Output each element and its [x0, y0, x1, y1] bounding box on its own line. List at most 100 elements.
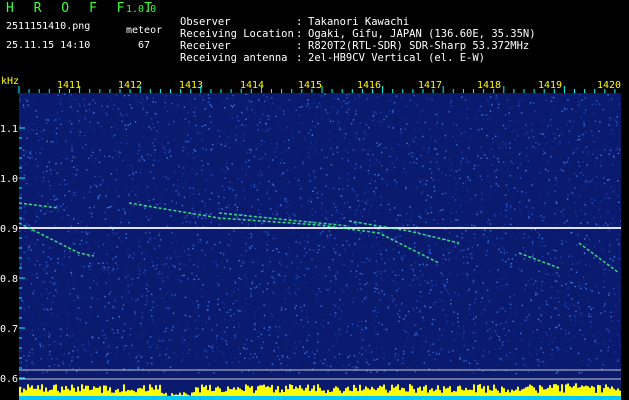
- noise-dot: [32, 334, 34, 336]
- noise-dot: [138, 240, 141, 243]
- noise-dot: [232, 303, 234, 305]
- noise-dot: [214, 314, 216, 317]
- noise-dot: [592, 153, 594, 156]
- noise-dot: [20, 245, 22, 248]
- noise-dot: [324, 275, 327, 277]
- noise-dot: [491, 103, 493, 106]
- noise-dot: [266, 265, 269, 268]
- noise-dot: [184, 329, 186, 332]
- noise-dot: [43, 176, 45, 179]
- noise-dot: [89, 108, 91, 111]
- noise-dot: [400, 235, 402, 237]
- noise-dot: [214, 276, 217, 278]
- noise-dot: [146, 301, 148, 303]
- noise-dot: [595, 357, 598, 360]
- noise-dot: [30, 128, 32, 131]
- noise-dot: [257, 236, 259, 238]
- noise-dot: [431, 323, 433, 325]
- noise-dot: [284, 308, 287, 311]
- noise-dot: [442, 263, 445, 266]
- noise-dot: [505, 184, 507, 187]
- noise-dot: [325, 211, 327, 213]
- noise-dot: [252, 279, 254, 282]
- noise-dot: [565, 241, 567, 243]
- noise-dot: [618, 243, 620, 245]
- noise-dot: [114, 94, 116, 96]
- noise-dot: [591, 182, 593, 185]
- noise-dot: [201, 125, 203, 128]
- noise-dot: [463, 200, 465, 202]
- noise-dot: [56, 172, 59, 174]
- noise-dot: [398, 287, 400, 290]
- noise-dot: [520, 332, 522, 335]
- noise-dot: [119, 317, 121, 319]
- noise-dot: [143, 258, 146, 260]
- noise-dot: [276, 146, 278, 149]
- noise-dot: [175, 202, 178, 204]
- noise-dot: [192, 247, 194, 250]
- noise-dot: [108, 155, 111, 157]
- noise-dot: [19, 351, 21, 353]
- noise-dot: [397, 313, 399, 315]
- noise-dot: [602, 108, 604, 111]
- noise-dot: [358, 93, 361, 96]
- noise-dot: [340, 310, 343, 312]
- noise-dot: [583, 286, 586, 288]
- noise-dot: [245, 249, 247, 252]
- noise-dot: [185, 140, 187, 143]
- noise-dot: [285, 200, 288, 203]
- noise-dot: [333, 97, 335, 99]
- noise-dot: [416, 158, 418, 160]
- noise-dot: [165, 307, 168, 309]
- noise-dot: [254, 287, 256, 289]
- noise-dot: [486, 236, 489, 238]
- noise-dot: [144, 346, 146, 348]
- noise-dot: [354, 98, 356, 100]
- noise-dot: [497, 135, 499, 137]
- noise-dot: [322, 245, 324, 247]
- noise-dot: [19, 125, 21, 127]
- noise-dot: [422, 316, 424, 319]
- noise-dot: [283, 279, 286, 281]
- noise-dot: [165, 327, 167, 329]
- noise-dot: [163, 330, 165, 332]
- noise-dot: [370, 216, 373, 219]
- noise-dot: [114, 306, 116, 309]
- noise-dot: [541, 237, 543, 240]
- noise-dot: [327, 322, 329, 324]
- noise-dot: [376, 288, 378, 290]
- noise-dot: [136, 224, 139, 227]
- noise-dot: [348, 244, 350, 246]
- noise-dot: [145, 216, 148, 218]
- noise-dot: [76, 191, 79, 193]
- noise-dot: [427, 282, 429, 284]
- noise-dot: [328, 293, 330, 295]
- noise-dot: [39, 152, 41, 154]
- noise-dot: [393, 290, 395, 292]
- noise-dot: [300, 261, 302, 263]
- noise-dot: [413, 140, 415, 143]
- noise-dot: [102, 179, 104, 181]
- noise-dot: [26, 99, 29, 101]
- noise-dot: [617, 360, 619, 362]
- noise-dot: [243, 134, 245, 136]
- noise-dot: [306, 240, 308, 243]
- noise-dot: [70, 217, 72, 220]
- noise-dot: [36, 210, 38, 212]
- noise-dot: [583, 124, 585, 126]
- noise-dot: [76, 349, 79, 351]
- noise-dot: [365, 358, 367, 360]
- noise-dot: [564, 107, 566, 110]
- noise-dot: [211, 174, 214, 176]
- noise-dot: [177, 192, 180, 194]
- noise-dot: [446, 281, 448, 283]
- noise-dot: [469, 253, 471, 255]
- noise-dot: [609, 340, 612, 342]
- noise-dot: [287, 142, 289, 144]
- noise-dot: [81, 295, 83, 297]
- noise-dot: [59, 233, 62, 235]
- noise-dot: [559, 173, 561, 175]
- noise-dot: [201, 319, 204, 321]
- noise-dot: [346, 97, 348, 99]
- noise-dot: [434, 301, 437, 303]
